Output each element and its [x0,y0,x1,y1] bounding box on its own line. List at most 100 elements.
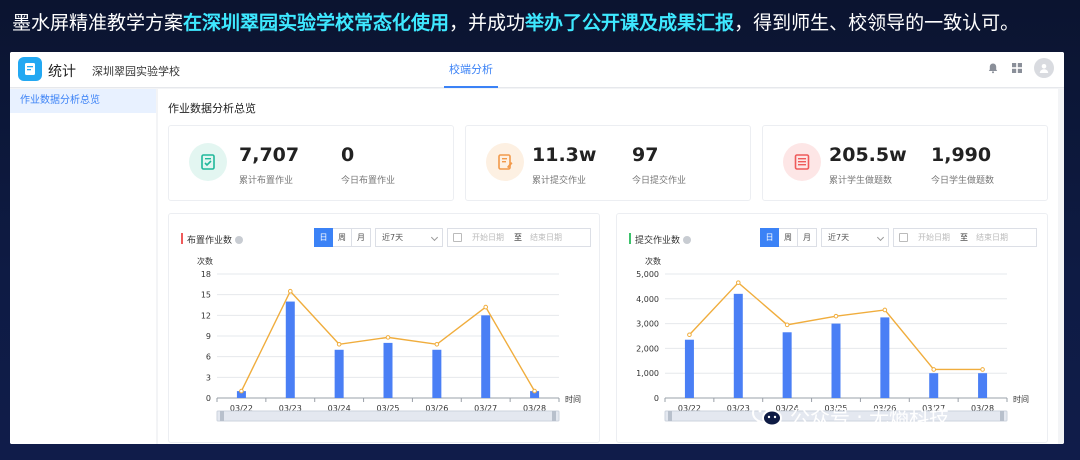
stat-card-assignments: 7,707 累计布置作业 0 今日布置作业 [168,125,454,201]
end-date-input[interactable]: 结束日期 [976,229,1008,246]
bar-03-27 [929,373,939,398]
y-tick-label: 0 [206,394,211,403]
sidebar-item-overview[interactable]: 作业数据分析总览 [10,89,156,113]
stat-label-total-questions: 累计学生做题数 [829,176,893,186]
day-button[interactable]: 日 [760,228,779,247]
y-tick-label: 18 [201,270,211,279]
y-tick-label: 0 [654,394,659,403]
week-button[interactable]: 周 [333,228,352,247]
y-axis-label: 次数 [645,256,661,266]
stat-label-today-questions: 今日学生做题数 [931,176,995,186]
chart-title-text: 提交作业数 [635,236,681,246]
chart-card-assigned: 布置作业数 日 周 月 近7天 开始日期 至 结束日期 次数 0 3 6 9 12 15 18… [168,213,600,443]
trend-point [483,304,489,310]
date-range-picker[interactable]: 开始日期 至 结束日期 [893,228,1037,247]
bell-icon[interactable] [986,61,1000,75]
submit-icon [486,143,524,181]
stat-card-submissions: 11.3w 累计提交作业 97 今日提交作业 [465,125,751,201]
grid-icon[interactable] [1010,61,1024,75]
trend-point [336,341,342,347]
y-tick-label: 12 [201,311,211,320]
bar-03-23 [285,301,295,398]
chart-title-text: 布置作业数 [187,236,233,246]
zoom-handle-left[interactable] [220,411,224,421]
banner-highlight-1: 在深圳翠园实验学校常态化使用 [183,12,450,34]
banner-highlight-2: 举办了公开课及成果汇报 [525,12,735,34]
month-button[interactable]: 月 [798,228,817,247]
bar-03-25 [831,323,841,398]
week-button[interactable]: 周 [779,228,798,247]
questions-icon [783,143,821,181]
app-name: 统计 [48,64,76,80]
app-logo-icon[interactable] [18,57,42,81]
range-select[interactable]: 近7天 [821,228,889,247]
bar-03-26 [880,317,890,398]
trend-point [735,280,741,285]
y-tick-label: 2,000 [636,344,659,353]
info-icon[interactable] [235,236,244,244]
bar-03-28 [978,373,988,398]
wechat-icon [752,402,782,428]
main-panel: 作业数据分析总览 7,707 累计布置作业 0 今日布置作业 11.3w 累计提… [158,89,1058,444]
calendar-icon [899,233,908,242]
y-tick-label: 3 [206,373,211,382]
calendar-icon [453,233,462,242]
chevron-down-icon [430,233,439,242]
range-select[interactable]: 近7天 [375,228,443,247]
date-range-picker[interactable]: 开始日期 至 结束日期 [447,228,591,247]
trend-point [239,388,244,394]
stat-label-today-submitted: 今日提交作业 [632,176,687,186]
avatar[interactable] [1034,58,1054,78]
date-separator: 至 [960,233,968,242]
trend-point [385,335,391,340]
zoom-handle-left[interactable] [668,411,672,421]
x-axis-label: 时间 [565,394,581,404]
bar-03-24 [782,332,792,398]
zoom-handle-right[interactable] [552,411,556,421]
y-tick-label: 6 [206,353,211,362]
bar-03-22 [684,339,694,398]
trend-point [882,307,888,313]
page-title: 作业数据分析总览 [168,102,256,115]
bar-03-26 [432,349,442,398]
bar-03-25 [383,342,393,398]
day-button[interactable]: 日 [314,228,333,247]
chart-title-submitted: 提交作业数 [629,233,692,246]
banner-text-3: ，得到师生、校领导的一致认可。 [734,12,1020,34]
stat-value-total-submitted: 11.3w [532,144,597,166]
month-button[interactable]: 月 [352,228,371,247]
y-tick-label: 9 [206,332,211,341]
trend-point [532,388,537,394]
stat-value-today-questions: 1,990 [931,144,992,166]
banner: 墨水屏精准教学方案在深圳翠园实验学校常态化使用，并成功举办了公开课及成果汇报，得… [0,0,1080,46]
start-date-input[interactable]: 开始日期 [472,229,504,246]
stat-label-total-submitted: 累计提交作业 [532,176,587,186]
y-tick-label: 15 [201,291,211,300]
stat-card-questions: 205.5w 累计学生做题数 1,990 今日学生做题数 [762,125,1048,201]
top-icons [986,58,1054,78]
date-separator: 至 [514,233,522,242]
trend-point [931,367,937,372]
chart-controls-submitted: 日 周 月 近7天 开始日期 至 结束日期 [760,228,1037,247]
end-date-input[interactable]: 结束日期 [530,229,562,246]
bar-03-27 [481,315,491,398]
y-tick-label: 1,000 [636,369,659,378]
zoom-slider [216,410,560,422]
tab-school-analysis[interactable]: 校端分析 [444,52,498,88]
bar-03-24 [334,349,344,398]
y-tick-label: 3,000 [636,320,659,329]
stat-label-today-assigned: 今日布置作业 [341,176,396,186]
range-select-value: 近7天 [828,233,850,242]
trend-point [980,367,985,372]
assignment-icon [189,143,227,181]
zoom-handle-right[interactable] [1000,411,1004,421]
chart-controls-assigned: 日 周 月 近7天 开始日期 至 结束日期 [314,228,591,247]
info-icon[interactable] [683,236,692,244]
trend-point [687,332,692,338]
bar-03-23 [733,293,743,398]
school-name: 深圳翠园实验学校 [92,65,180,78]
banner-text-2: ，并成功 [449,12,526,34]
stat-value-today-assigned: 0 [341,144,355,166]
trend-point [784,322,790,328]
start-date-input[interactable]: 开始日期 [918,229,950,246]
